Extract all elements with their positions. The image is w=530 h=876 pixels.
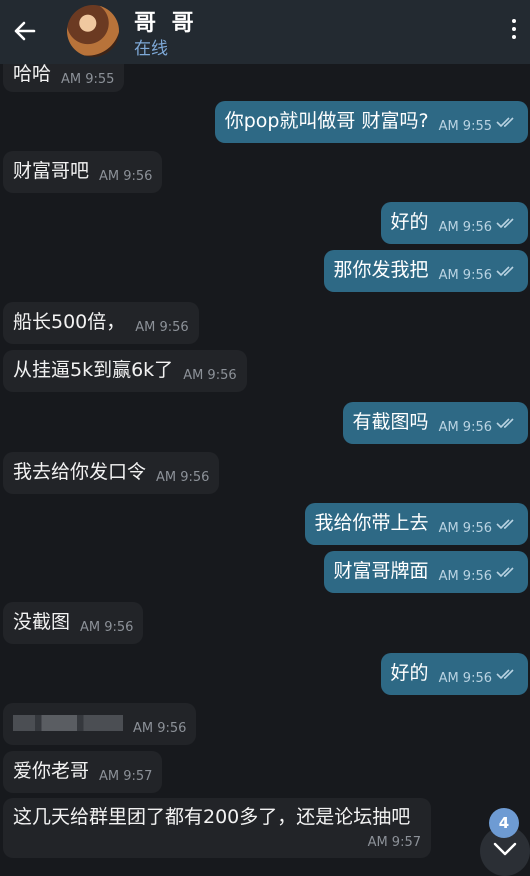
message-time: AM 9:55 — [438, 119, 492, 134]
message-text: 这几天给群里团了都有200多了，还是论坛抽吧 — [13, 806, 411, 828]
message-time: AM 9:56 — [438, 569, 492, 584]
message-time: AM 9:56 — [438, 220, 492, 235]
message-bubble[interactable]: 我给你带上去 AM 9:56 — [304, 503, 528, 545]
message-text: 有截图吗 — [352, 411, 429, 433]
message-bubble[interactable]: 这几天给群里团了都有200多了，还是论坛抽吧 AM 9:57 — [3, 798, 431, 858]
message-time: AM 9:56 — [99, 169, 153, 184]
message-text: 没截图 — [13, 611, 71, 633]
double-check-icon — [496, 117, 514, 128]
message-time: AM 9:56 — [183, 368, 237, 383]
double-check-icon — [496, 567, 514, 578]
message-text: 财富哥牌面 — [333, 560, 429, 582]
double-check-icon — [496, 218, 514, 229]
message-time: AM 9:57 — [367, 835, 421, 850]
double-check-icon — [496, 266, 514, 277]
message-bubble[interactable]: 有截图吗 AM 9:56 — [342, 402, 528, 444]
message-text: 那你发我把 — [333, 259, 429, 281]
message-bubble[interactable]: 从挂逼5k到赢6k了 AM 9:56 — [3, 350, 247, 392]
message-text: 从挂逼5k到赢6k了 — [13, 359, 174, 381]
message-time: AM 9:56 — [438, 420, 492, 435]
message-text: 船长500倍， — [13, 311, 126, 333]
online-status: 在线 — [134, 39, 168, 59]
message-text: 爱你老哥 — [13, 760, 90, 782]
message-time: AM 9:56 — [438, 521, 492, 536]
message-bubble[interactable]: 好的 AM 9:56 — [380, 202, 528, 244]
double-check-icon — [496, 669, 514, 680]
arrow-left-icon[interactable] — [10, 16, 40, 46]
message-text: 我给你带上去 — [314, 512, 429, 534]
message-time: AM 9:56 — [135, 320, 189, 335]
message-time: AM 9:57 — [99, 769, 153, 784]
message-text: 你pop就叫做哥 财富吗? — [224, 110, 429, 132]
chevron-down-icon — [493, 842, 517, 856]
message-bubble[interactable]: 爱你老哥 AM 9:57 — [3, 751, 163, 793]
double-check-icon — [496, 418, 514, 429]
message-bubble[interactable]: 你pop就叫做哥 财富吗? AM 9:55 — [214, 101, 528, 143]
more-vertical-icon[interactable] — [510, 16, 518, 46]
message-bubble[interactable]: 船长500倍， AM 9:56 — [3, 302, 199, 344]
double-check-icon — [496, 519, 514, 530]
chat-title[interactable]: 哥 哥 — [134, 5, 198, 37]
unread-count-badge: 4 — [489, 808, 519, 838]
message-bubble[interactable]: 好的 AM 9:56 — [380, 653, 528, 695]
message-bubble[interactable]: AM 9:56 — [3, 703, 197, 745]
message-time: AM 9:56 — [438, 268, 492, 283]
message-list[interactable]: 哈哈 AM 9:55 你pop就叫做哥 财富吗? AM 9:55 财富哥吧 AM 9:… — [0, 0, 530, 863]
message-time: AM 9:56 — [80, 620, 134, 635]
message-text: 哈哈 — [13, 63, 52, 85]
message-time: AM 9:56 — [156, 470, 210, 485]
message-bubble[interactable]: 我去给你发口令 AM 9:56 — [3, 452, 220, 494]
message-time: AM 9:55 — [61, 72, 115, 87]
message-text: 财富哥吧 — [13, 160, 90, 182]
avatar[interactable] — [67, 5, 119, 57]
message-bubble[interactable]: 财富哥吧 AM 9:56 — [3, 151, 163, 193]
message-text: 我去给你发口令 — [13, 461, 147, 483]
message-bubble[interactable]: 财富哥牌面 AM 9:56 — [323, 551, 528, 593]
message-bubble[interactable]: 那你发我把 AM 9:56 — [323, 250, 528, 292]
message-bubble[interactable]: 没截图 AM 9:56 — [3, 602, 144, 644]
redacted-text — [13, 715, 123, 731]
message-time: AM 9:56 — [438, 671, 492, 686]
message-time: AM 9:56 — [133, 721, 187, 736]
chat-header: 哥 哥 在线 — [0, 0, 530, 64]
message-text: 好的 — [390, 211, 429, 233]
message-text: 好的 — [390, 662, 429, 684]
